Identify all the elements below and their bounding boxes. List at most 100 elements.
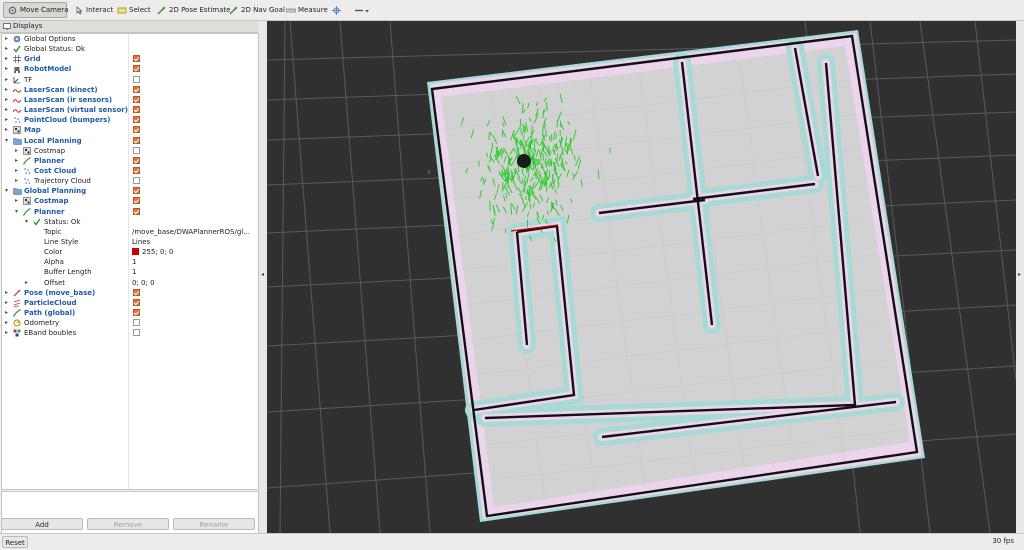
collapse-arrow-icon[interactable]: ▾: [5, 137, 8, 144]
expand-arrow-icon[interactable]: ▸: [5, 45, 8, 52]
expand-arrow-icon[interactable]: ▸: [5, 116, 8, 123]
display-row-map[interactable]: ▸Map: [2, 125, 258, 135]
select-tool[interactable]: Select: [113, 2, 155, 18]
display-row-trajectory-cloud[interactable]: ▸Trajectory Cloud: [2, 176, 258, 186]
display-enabled-checkbox[interactable]: [133, 289, 140, 296]
nav-goal-tool[interactable]: 2D Nav Goal: [225, 2, 289, 18]
display-row-color[interactable]: Color255; 0; 0: [2, 247, 258, 257]
display-enabled-checkbox[interactable]: [133, 167, 140, 174]
property-value[interactable]: 0; 0; 0: [132, 278, 155, 288]
display-enabled-checkbox[interactable]: [133, 55, 140, 62]
add-button[interactable]: Add: [1, 518, 83, 530]
move-camera-tool[interactable]: Move Camera: [3, 2, 67, 18]
display-row-planner[interactable]: ▸Planner: [2, 156, 258, 166]
collapse-arrow-icon[interactable]: ▾: [5, 187, 8, 194]
display-enabled-checkbox[interactable]: [133, 147, 140, 154]
expand-arrow-icon[interactable]: ▸: [15, 157, 18, 164]
property-value[interactable]: 1: [132, 257, 136, 267]
display-enabled-checkbox[interactable]: [133, 126, 140, 133]
rename-button[interactable]: Rename: [173, 518, 255, 530]
display-enabled-checkbox[interactable]: [133, 329, 140, 336]
expand-arrow-icon[interactable]: ▸: [5, 106, 8, 113]
property-value[interactable]: Lines: [132, 237, 150, 247]
display-row-cost-cloud[interactable]: ▸Cost Cloud: [2, 166, 258, 176]
display-row-offset[interactable]: ▸Offset0; 0; 0: [2, 278, 258, 288]
display-enabled-checkbox[interactable]: [133, 157, 140, 164]
expand-arrow-icon[interactable]: ▸: [5, 65, 8, 72]
expand-arrow-icon[interactable]: ▸: [5, 86, 8, 93]
display-row-line-style[interactable]: Line StyleLines: [2, 237, 258, 247]
display-row-particlecloud[interactable]: ▸ParticleCloud: [2, 298, 258, 308]
display-row-topic[interactable]: Topic/move_base/DWAPlannerROS/gl...: [2, 227, 258, 237]
measure-tool[interactable]: Measure: [282, 2, 332, 18]
display-row-tf[interactable]: ▸TF: [2, 75, 258, 85]
expand-arrow-icon[interactable]: ▸: [5, 76, 8, 83]
collapse-arrow-icon[interactable]: ▾: [15, 208, 18, 215]
render-viewport[interactable]: [267, 21, 1016, 533]
display-enabled-checkbox[interactable]: [133, 86, 140, 93]
expand-arrow-icon[interactable]: ▸: [5, 309, 8, 316]
display-enabled-checkbox[interactable]: [133, 65, 140, 72]
expand-arrow-icon[interactable]: ▸: [5, 126, 8, 133]
display-row-pose-move-base[interactable]: ▸Pose (move_base): [2, 288, 258, 298]
display-row-laserscan-kinect[interactable]: ▸LaserScan (kinect): [2, 85, 258, 95]
display-enabled-checkbox[interactable]: [133, 309, 140, 316]
expand-arrow-icon[interactable]: ▸: [15, 147, 18, 154]
displays-tree[interactable]: ▸Global Options▸Global Status: Ok▸Grid▸R…: [1, 33, 259, 490]
display-enabled-checkbox[interactable]: [133, 106, 140, 113]
display-row-buffer-length[interactable]: Buffer Length1: [2, 267, 258, 277]
expand-arrow-icon[interactable]: ▸: [5, 289, 8, 296]
display-enabled-checkbox[interactable]: [133, 96, 140, 103]
display-row-robotmodel[interactable]: ▸RobotModel: [2, 64, 258, 74]
focus-camera-tool[interactable]: [328, 2, 345, 18]
property-value[interactable]: 255; 0; 0: [132, 247, 173, 257]
display-enabled-checkbox[interactable]: [133, 76, 140, 83]
display-enabled-checkbox[interactable]: [133, 177, 140, 184]
pose-estimate-tool[interactable]: 2D Pose Estimate: [153, 2, 234, 18]
display-row-costmap[interactable]: ▸Costmap: [2, 146, 258, 156]
display-row-global-status-ok[interactable]: ▸Global Status: Ok: [2, 44, 258, 54]
display-row-odometry[interactable]: ▸Odometry: [2, 318, 258, 328]
display-enabled-checkbox[interactable]: [133, 208, 140, 215]
property-value[interactable]: 1: [132, 267, 136, 277]
display-row-costmap[interactable]: ▸Costmap: [2, 196, 258, 206]
display-enabled-checkbox[interactable]: [133, 299, 140, 306]
expand-arrow-icon[interactable]: ▸: [5, 35, 8, 42]
display-row-grid[interactable]: ▸Grid: [2, 54, 258, 64]
property-value[interactable]: /move_base/DWAPlannerROS/gl...: [132, 227, 250, 237]
reset-button[interactable]: Reset: [2, 536, 28, 548]
display-enabled-checkbox[interactable]: [133, 319, 140, 326]
expand-arrow-icon[interactable]: ▸: [25, 279, 28, 286]
add-tool-dropdown[interactable]: [350, 2, 374, 18]
expand-arrow-icon[interactable]: ▸: [5, 319, 8, 326]
expand-arrow-icon[interactable]: ▸: [5, 55, 8, 62]
display-row-eband-boubles[interactable]: ▸EBand boubles: [2, 328, 258, 338]
panel-splitter[interactable]: ◂: [259, 21, 267, 533]
display-row-status-ok[interactable]: ▾Status: Ok: [2, 217, 258, 227]
display-enabled-checkbox[interactable]: [133, 197, 140, 204]
display-enabled-checkbox[interactable]: [133, 137, 140, 144]
expand-arrow-icon[interactable]: ▸: [5, 299, 8, 306]
display-row-laserscan-virtual-sensor[interactable]: ▸LaserScan (virtual sensor): [2, 105, 258, 115]
expand-arrow-icon[interactable]: ▸: [5, 96, 8, 103]
display-row-global-options[interactable]: ▸Global Options: [2, 34, 258, 44]
display-enabled-checkbox[interactable]: [133, 116, 140, 123]
display-row-laserscan-ir-sensors[interactable]: ▸LaserScan (ir sensors): [2, 95, 258, 105]
expand-arrow-icon[interactable]: ▸: [15, 197, 18, 204]
interact-tool[interactable]: Interact: [70, 2, 117, 18]
remove-button[interactable]: Remove: [87, 518, 169, 530]
display-row-local-planning[interactable]: ▾Local Planning: [2, 136, 258, 146]
map-icon: [23, 147, 31, 155]
right-panel-handle[interactable]: ▸: [1016, 21, 1024, 533]
expand-arrow-icon[interactable]: ▸: [5, 329, 8, 336]
display-row-path-global[interactable]: ▸Path (global): [2, 308, 258, 318]
expand-arrow-icon[interactable]: ▸: [15, 167, 18, 174]
display-row-pointcloud-bumpers[interactable]: ▸PointCloud (bumpers): [2, 115, 258, 125]
display-enabled-checkbox[interactable]: [133, 187, 140, 194]
display-row-planner[interactable]: ▾Planner: [2, 207, 258, 217]
map-icon: [13, 126, 21, 134]
collapse-arrow-icon[interactable]: ▾: [25, 218, 28, 225]
display-row-global-planning[interactable]: ▾Global Planning: [2, 186, 258, 196]
display-row-alpha[interactable]: Alpha1: [2, 257, 258, 267]
expand-arrow-icon[interactable]: ▸: [15, 177, 18, 184]
